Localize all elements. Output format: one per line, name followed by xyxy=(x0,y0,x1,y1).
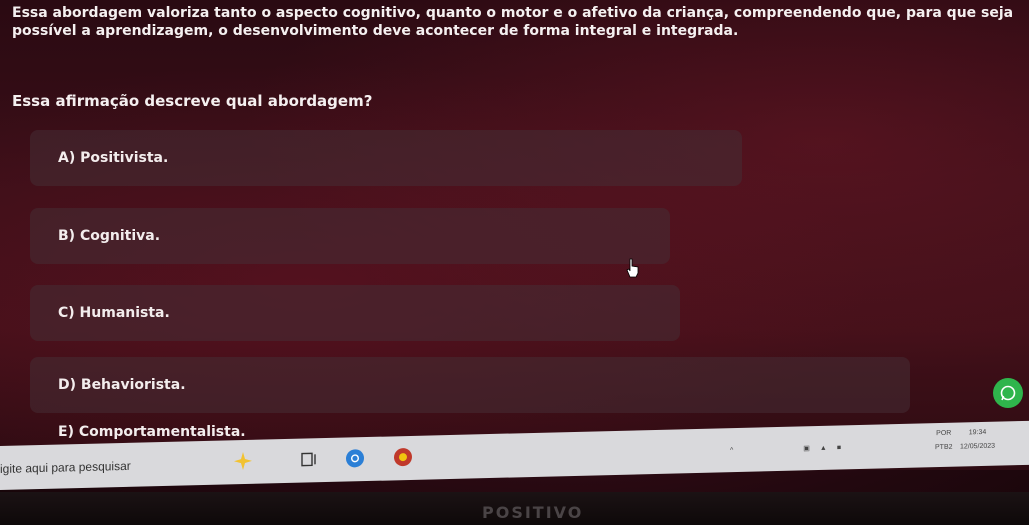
option-b-label: B) Cognitiva. xyxy=(58,228,161,244)
monitor-brand-logo: POSITIVO xyxy=(482,503,584,522)
hand-cursor-icon xyxy=(626,258,640,278)
battery-icon[interactable]: ■ xyxy=(837,444,841,451)
chevron-up-icon[interactable]: ^ xyxy=(730,447,733,454)
app-icon[interactable] xyxy=(392,446,414,469)
taskbar-search-input[interactable]: igite aqui para pesquisar xyxy=(0,449,220,484)
language-line1: POR xyxy=(936,429,952,438)
option-e-label: E) Comportamentalista. xyxy=(58,424,246,440)
quiz-screen: Essa abordagem valoriza tanto o aspecto … xyxy=(0,0,1029,470)
question-text: Essa abordagem valoriza tanto o aspecto … xyxy=(12,5,1014,39)
option-c[interactable]: C) Humanista. xyxy=(30,285,680,341)
option-a-label: A) Positivista. xyxy=(58,150,169,166)
clock-date: 12/05/2023 xyxy=(960,442,996,451)
clock-time: 19:34 xyxy=(968,428,987,437)
language-indicator[interactable]: POR PTB2 xyxy=(935,427,953,455)
question-prompt: Essa afirmação descreve qual abordagem? xyxy=(12,92,373,110)
option-d[interactable]: D) Behaviorista. xyxy=(30,357,910,413)
whatsapp-icon[interactable] xyxy=(993,378,1023,408)
language-line2: PTB2 xyxy=(935,443,953,452)
task-view-icon[interactable] xyxy=(298,448,320,471)
option-a[interactable]: A) Positivista. xyxy=(30,130,742,186)
option-d-label: D) Behaviorista. xyxy=(58,377,186,393)
clock[interactable]: 19:34 12/05/2023 xyxy=(960,426,995,455)
option-b[interactable]: B) Cognitiva. xyxy=(30,208,670,264)
sparkle-icon[interactable] xyxy=(232,450,254,473)
volume-icon[interactable]: ▲ xyxy=(820,444,827,451)
chrome-icon[interactable] xyxy=(344,447,366,470)
network-icon[interactable]: ▣ xyxy=(803,444,810,452)
option-c-label: C) Humanista. xyxy=(58,305,170,321)
search-placeholder: igite aqui para pesquisar xyxy=(0,458,131,476)
